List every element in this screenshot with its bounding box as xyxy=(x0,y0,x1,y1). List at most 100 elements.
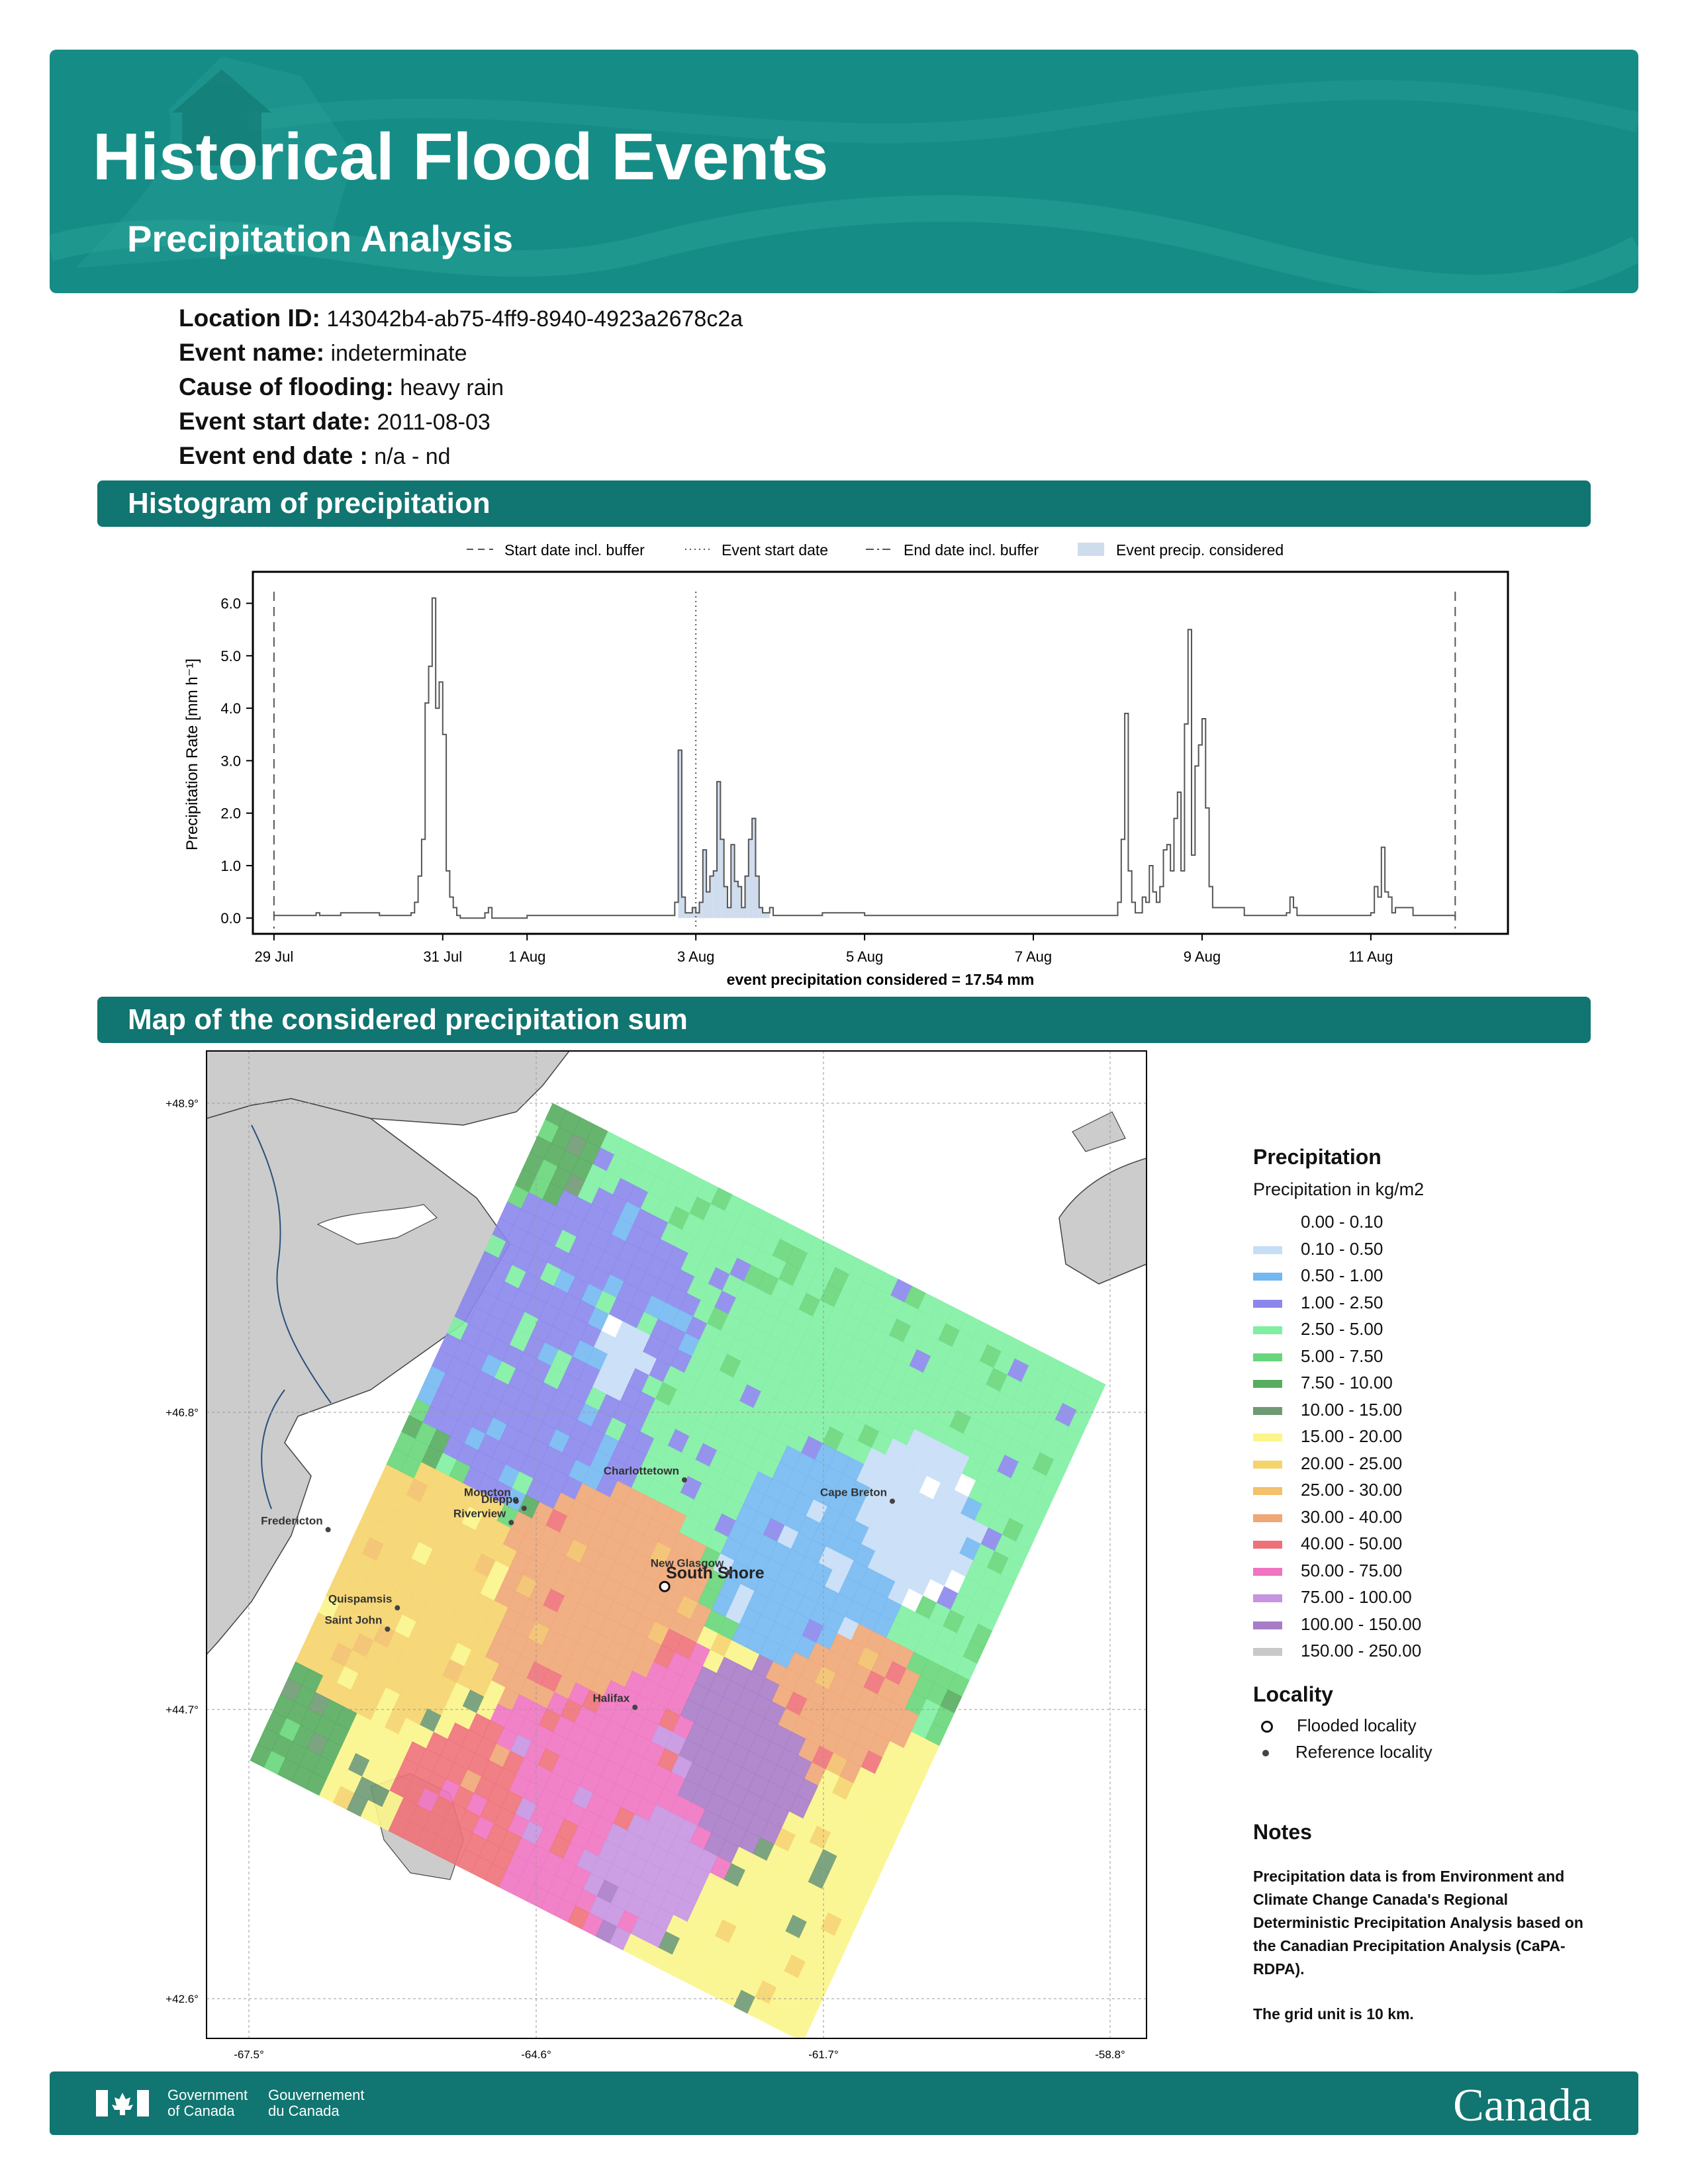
legend-bin: 50.00 - 75.00 xyxy=(1253,1557,1624,1584)
map-lat-ticks: +48.9° +46.8° +44.7° +42.6° xyxy=(165,1097,199,2005)
place-label: Riverview xyxy=(453,1508,506,1520)
legend-bin-label: 30.00 - 40.00 xyxy=(1301,1506,1403,1527)
y-tick-label: 4.0 xyxy=(220,700,241,717)
considered-bar xyxy=(763,913,767,919)
y-tick-label: 5.0 xyxy=(220,648,241,664)
legend-bin: 20.00 - 25.00 xyxy=(1253,1450,1624,1477)
footer: Government of Canada Gouvernement du Canad… xyxy=(50,2071,1638,2135)
legend-title: Precipitation xyxy=(1253,1145,1382,1169)
legend-bin: 0.00 - 0.10 xyxy=(1253,1208,1624,1236)
legend-bin: 7.50 - 10.00 xyxy=(1253,1369,1624,1396)
legend-bin: 0.50 - 1.00 xyxy=(1253,1262,1624,1289)
considered-bar xyxy=(696,913,700,919)
legend-bin-label: 25.00 - 30.00 xyxy=(1301,1480,1403,1500)
notes-grid: The grid unit is 10 km. xyxy=(1253,2005,1414,2023)
reference-locality-marker xyxy=(632,1704,638,1710)
gov-fr: Gouvernement du Canada xyxy=(268,2087,365,2119)
legend-swatch-considered xyxy=(1078,543,1104,556)
legend-bin-label: 75.00 - 100.00 xyxy=(1301,1587,1412,1607)
lat-tick: +44.7° xyxy=(165,1704,199,1716)
legend-swatch xyxy=(1253,1219,1282,1228)
info-start-date: Event start date: 2011-08-03 xyxy=(179,408,491,435)
x-tick-label: 5 Aug xyxy=(846,948,883,965)
legend-bin: 25.00 - 30.00 xyxy=(1253,1477,1624,1504)
reference-locality-marker xyxy=(521,1506,527,1512)
place-label: Fredericton xyxy=(261,1514,323,1527)
precip-map: South ShoreCharlottetownMonctonDieppeRiv… xyxy=(165,1050,1147,2061)
y-tick-label: 3.0 xyxy=(220,752,241,769)
legend-bin-label: 100.00 - 150.00 xyxy=(1301,1614,1422,1634)
lon-tick: -67.5° xyxy=(234,2048,264,2061)
y-axis-ticks: 0.0 1.0 2.0 3.0 4.0 5.0 6.0 xyxy=(220,596,253,927)
y-tick-label: 0.0 xyxy=(220,910,241,927)
info-event-name: Event name: indeterminate xyxy=(179,339,467,366)
x-tick-label: 11 Aug xyxy=(1348,948,1393,965)
lat-tick: +46.8° xyxy=(165,1406,199,1419)
legend-swatch xyxy=(1253,1648,1282,1657)
y-tick-label: 6.0 xyxy=(220,596,241,612)
place-label: Cape Breton xyxy=(820,1486,887,1498)
legend-bin: 15.00 - 20.00 xyxy=(1253,1423,1624,1450)
legend-swatch xyxy=(1253,1273,1282,1281)
locality-flooded: Flooded locality xyxy=(1253,1715,1417,1736)
x-tick-label: 31 Jul xyxy=(423,948,462,965)
legend-swatch xyxy=(1253,1406,1282,1415)
legend-bin-label: 0.50 - 1.00 xyxy=(1301,1265,1383,1285)
legend-bin: 2.50 - 5.00 xyxy=(1253,1316,1624,1343)
info-end-date: Event end date : n/a - nd xyxy=(179,442,451,469)
x-tick-label: 9 Aug xyxy=(1184,948,1221,965)
legend-bin-label: 7.50 - 10.00 xyxy=(1301,1373,1393,1392)
legend-bin: 5.00 - 7.50 xyxy=(1253,1343,1624,1370)
legend-bin-label: 50.00 - 75.00 xyxy=(1301,1560,1403,1580)
legend-bin: 150.00 - 250.00 xyxy=(1253,1637,1624,1664)
y-tick-label: 1.0 xyxy=(220,858,241,874)
notes-title: Notes xyxy=(1253,1820,1312,1844)
legend-swatch xyxy=(1253,1487,1282,1496)
lat-tick: +42.6° xyxy=(165,1993,199,2005)
y-tick-label: 2.0 xyxy=(220,805,241,822)
legend-swatch xyxy=(1253,1460,1282,1469)
page-title: Historical Flood Events xyxy=(93,120,829,194)
considered-bar xyxy=(727,907,731,919)
flooded-locality-marker xyxy=(659,1580,671,1592)
legend-bin-label: 0.10 - 0.50 xyxy=(1301,1238,1383,1259)
x-axis-ticks: 29 Jul 31 Jul 1 Aug 3 Aug 5 Aug 7 Aug 9 Aug 11 … xyxy=(255,934,1393,965)
notes-text: Precipitation data is from Environment a… xyxy=(1253,1868,1583,1978)
legend-swatch xyxy=(1253,1246,1282,1254)
considered-bar xyxy=(766,913,770,919)
reference-locality-marker xyxy=(385,1626,391,1632)
legend-bin-label: 5.00 - 7.50 xyxy=(1301,1345,1383,1366)
lon-tick: -61.7° xyxy=(808,2048,839,2061)
x-tick-label: 29 Jul xyxy=(255,948,294,965)
canada-flag-icon xyxy=(96,2090,149,2116)
reference-locality-marker xyxy=(325,1527,331,1533)
place-label: Dieppe xyxy=(481,1493,519,1506)
map-lon-ticks: -67.5° -64.6° -61.7° -58.8° xyxy=(234,2048,1125,2061)
considered-bar xyxy=(706,891,710,919)
locality-title: Locality xyxy=(1253,1682,1333,1706)
legend-bin: 40.00 - 50.00 xyxy=(1253,1530,1624,1557)
legend-bin: 10.00 - 15.00 xyxy=(1253,1396,1624,1424)
legend-bin: 0.10 - 0.50 xyxy=(1253,1236,1624,1263)
legend-swatch xyxy=(1253,1299,1282,1308)
legend-bin: 100.00 - 150.00 xyxy=(1253,1611,1624,1638)
legend-label-start: Start date incl. buffer xyxy=(504,541,645,559)
considered-bar xyxy=(713,870,718,919)
legend-bin-label: 150.00 - 250.00 xyxy=(1301,1641,1422,1661)
x-tick-label: 3 Aug xyxy=(677,948,714,965)
legend-subtitle: Precipitation in kg/m2 xyxy=(1253,1179,1425,1199)
legend-swatch xyxy=(1253,1353,1282,1361)
legend-bins: 0.00 - 0.10 0.10 - 0.50 0.50 - 1.00 1.00 - … xyxy=(1253,1208,1624,1664)
legend-swatch xyxy=(1253,1541,1282,1549)
legend-swatch xyxy=(1253,1380,1282,1388)
legend-bin: 75.00 - 100.00 xyxy=(1253,1584,1624,1611)
legend-bin-label: 15.00 - 20.00 xyxy=(1301,1426,1403,1446)
legend-bin: 1.00 - 2.50 xyxy=(1253,1289,1624,1316)
legend-swatch xyxy=(1253,1326,1282,1335)
reference-locality-marker xyxy=(395,1605,400,1611)
y-axis-label: Precipitation Rate [mm h⁻¹] xyxy=(183,659,201,850)
legend-swatch xyxy=(1253,1514,1282,1522)
place-label: Saint John xyxy=(324,1614,382,1627)
histogram-section-header: Histogram of precipitation xyxy=(97,480,1591,527)
legend-label-end: End date incl. buffer xyxy=(904,541,1039,559)
